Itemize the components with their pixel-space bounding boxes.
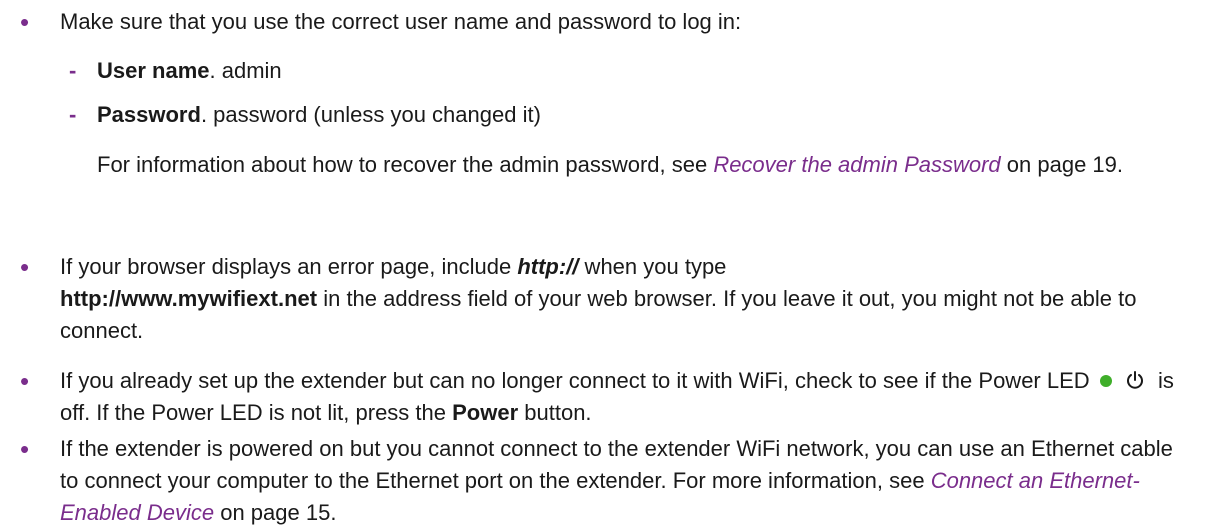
- bullet-text: when you type: [578, 254, 727, 279]
- led-green-dot-icon: [1099, 374, 1112, 387]
- bullet-marker: •: [20, 366, 30, 396]
- bullet-text: If your browser displays an error page, …: [60, 254, 518, 279]
- bullet-power-led: • If you already set up the extender but…: [20, 365, 1190, 429]
- recover-password-note: For information about how to recover the…: [97, 149, 1177, 181]
- dash-marker: -: [69, 102, 77, 127]
- power-icon: [1126, 371, 1143, 389]
- sub-item-user-name: - User name. admin: [69, 55, 1177, 87]
- password-value: . password (unless you changed it): [200, 102, 541, 127]
- bullet-marker: •: [20, 7, 30, 37]
- power-button-label: Power: [452, 400, 519, 425]
- bullet-ethernet: • If the extender is powered on but you …: [20, 433, 1190, 529]
- bullet-text: Make sure that you use the correct user …: [60, 9, 742, 34]
- bullet-marker: •: [20, 434, 30, 464]
- http-prefix: http://: [517, 254, 579, 279]
- dash-marker: -: [69, 58, 77, 83]
- bullet-text: If you already set up the extender but c…: [60, 368, 1090, 393]
- bullet-error-page: • If your browser displays an error page…: [20, 251, 1190, 347]
- extender-url: http://www.mywifiext.net: [60, 286, 318, 311]
- bullet-marker: •: [20, 252, 30, 282]
- user-name-label: User name: [97, 58, 210, 83]
- sub-item-password: - Password. password (unless you changed…: [69, 99, 1177, 131]
- document-page: • Make sure that you use the correct use…: [0, 0, 1210, 531]
- bullet-text: button.: [518, 400, 592, 425]
- recover-suffix: on page 19.: [1000, 152, 1124, 177]
- password-label: Password: [97, 102, 201, 127]
- recover-password-link[interactable]: Recover the admin Password: [713, 152, 1000, 177]
- recover-prefix: For information about how to recover the…: [97, 152, 714, 177]
- bullet-text: on page 15.: [214, 500, 337, 525]
- user-name-value: . admin: [209, 58, 282, 83]
- bullet-login-credentials: • Make sure that you use the correct use…: [20, 6, 1190, 38]
